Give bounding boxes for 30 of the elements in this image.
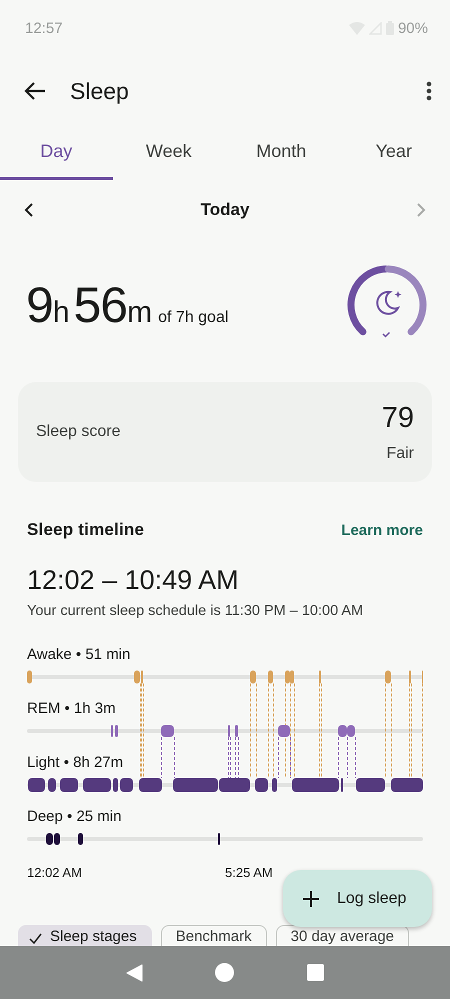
tab[interactable]: Day: [0, 126, 112, 180]
minutes-unit: m: [127, 296, 152, 330]
home-nav-icon[interactable]: [215, 963, 234, 982]
sleep-hours: 9: [26, 276, 53, 334]
date-label: Today: [200, 200, 250, 220]
filter-chip[interactable]: Sleep stages: [18, 925, 152, 946]
chevron-left-icon[interactable]: [24, 203, 33, 217]
back-nav-icon[interactable]: [126, 964, 144, 982]
tab[interactable]: Year: [338, 126, 450, 180]
learn-more-link[interactable]: Learn more: [341, 522, 423, 538]
tab[interactable]: Week: [112, 126, 225, 180]
sleep-score-value: 79: [382, 402, 414, 434]
plus-icon: [303, 890, 319, 906]
hours-unit: h: [52, 296, 70, 330]
sleep-score-rating: Fair: [386, 444, 414, 462]
time-axis-label: 5:25 AM: [225, 864, 274, 880]
sleep-time-range: 12:02 – 10:49 AM: [27, 564, 240, 597]
tab[interactable]: Month: [225, 126, 338, 180]
sleep-score-label: Sleep score: [36, 423, 122, 441]
sleep-goal: of 7h goal: [158, 309, 228, 327]
time-axis-label: 12:02 AM: [27, 864, 83, 880]
log-sleep-button[interactable]: Log sleep: [283, 870, 432, 927]
sleep-minutes: 56: [74, 276, 128, 334]
battery-percent: 90%: [398, 20, 428, 36]
check-icon: [29, 932, 42, 945]
section-title: Sleep timeline: [27, 520, 144, 540]
status-time: 12:57: [25, 20, 63, 36]
page-title: Sleep: [70, 78, 130, 104]
recents-nav-icon[interactable]: [306, 964, 324, 981]
sleep-schedule-text: Your current sleep schedule is 11:30 PM – 10:00 AM: [27, 602, 364, 621]
